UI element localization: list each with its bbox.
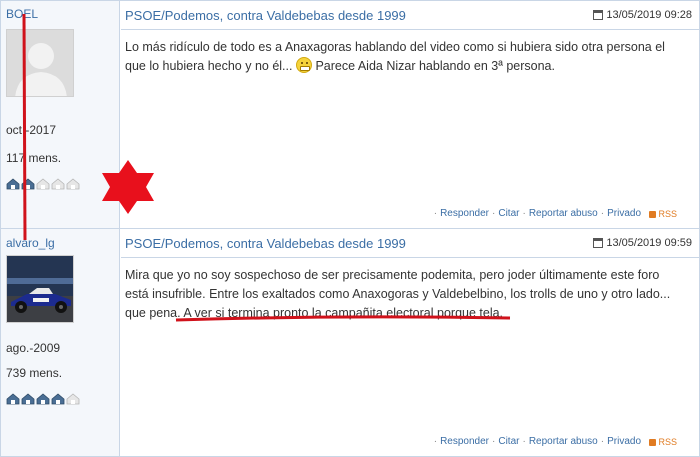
rss-link[interactable]: RSS bbox=[649, 437, 677, 447]
race-car-avatar-icon[interactable] bbox=[6, 255, 74, 323]
post-title-link[interactable]: PSOE/Podemos, contra Valdebebas desde 19… bbox=[125, 8, 406, 23]
default-avatar-icon[interactable] bbox=[6, 29, 74, 97]
calendar-icon bbox=[593, 10, 604, 20]
rss-link[interactable]: RSS bbox=[649, 209, 677, 219]
rank-house-empty-icon bbox=[36, 178, 50, 190]
rank-house-empty-icon bbox=[51, 178, 65, 190]
forum-post: alvaro_lg ago.-2009 739 mens. PSOE/Podem… bbox=[0, 229, 700, 457]
grimace-emoji-icon bbox=[295, 57, 312, 73]
post-date-text: 13/05/2019 09:59 bbox=[606, 237, 692, 249]
post-date: 13/05/2019 09:59 bbox=[593, 237, 692, 249]
rank-house-icon bbox=[51, 393, 65, 405]
forum-post: BOEL oct.-2017 117 mens. PSOE/Podemos, c… bbox=[0, 0, 700, 229]
post-body-text-end: A ver si termina pronto la campañita ele… bbox=[183, 306, 504, 320]
post-body: Lo más ridículo de todo es a Anaxagoras … bbox=[125, 38, 685, 76]
rank-house-icon bbox=[21, 393, 35, 405]
post-body: Mira que yo no soy sospechoso de ser pre… bbox=[125, 266, 685, 323]
rank-house-empty-icon bbox=[66, 393, 80, 405]
author-username-link[interactable]: BOEL bbox=[6, 7, 38, 21]
calendar-icon bbox=[593, 238, 604, 248]
post-header: PSOE/Podemos, contra Valdebebas desde 19… bbox=[121, 1, 699, 30]
rank-house-icon bbox=[21, 178, 35, 190]
private-message-link[interactable]: Privado bbox=[607, 208, 641, 219]
quote-link[interactable]: Citar bbox=[498, 208, 519, 219]
report-abuse-link[interactable]: Reportar abuso bbox=[529, 208, 598, 219]
message-count: 739 mens. bbox=[6, 366, 63, 380]
join-date: ago.-2009 bbox=[6, 341, 61, 355]
rank-house-icon bbox=[36, 393, 50, 405]
post-actions: · Responder · Citar · Reportar abuso · Priva… bbox=[433, 208, 641, 219]
post-main: PSOE/Podemos, contra Valdebebas desde 19… bbox=[121, 1, 699, 228]
rank-icons bbox=[6, 393, 80, 405]
rank-icons bbox=[6, 178, 80, 190]
post-body-text-end: Parece Aida Nizar hablando en 3ª persona… bbox=[315, 59, 555, 73]
reply-link[interactable]: Responder bbox=[440, 436, 489, 447]
message-count: 117 mens. bbox=[6, 151, 62, 165]
post-main: PSOE/Podemos, contra Valdebebas desde 19… bbox=[121, 229, 699, 456]
post-title-link[interactable]: PSOE/Podemos, contra Valdebebas desde 19… bbox=[125, 236, 406, 251]
report-abuse-link[interactable]: Reportar abuso bbox=[529, 436, 598, 447]
reply-link[interactable]: Responder bbox=[440, 208, 489, 219]
post-date-text: 13/05/2019 09:28 bbox=[606, 9, 692, 21]
post-actions: · Responder · Citar · Reportar abuso · Priva… bbox=[433, 436, 641, 447]
post-header: PSOE/Podemos, contra Valdebebas desde 19… bbox=[121, 229, 699, 258]
author-username-link[interactable]: alvaro_lg bbox=[6, 236, 55, 250]
rank-house-empty-icon bbox=[66, 178, 80, 190]
author-sidebar: alvaro_lg ago.-2009 739 mens. bbox=[1, 229, 120, 456]
quote-link[interactable]: Citar bbox=[498, 436, 519, 447]
post-date: 13/05/2019 09:28 bbox=[593, 9, 692, 21]
author-sidebar: BOEL oct.-2017 117 mens. bbox=[1, 1, 120, 228]
rank-house-icon bbox=[6, 393, 20, 405]
join-date: oct.-2017 bbox=[6, 123, 57, 137]
rss-icon bbox=[649, 438, 657, 446]
rss-icon bbox=[649, 210, 657, 218]
rank-house-icon bbox=[6, 178, 20, 190]
private-message-link[interactable]: Privado bbox=[607, 436, 641, 447]
